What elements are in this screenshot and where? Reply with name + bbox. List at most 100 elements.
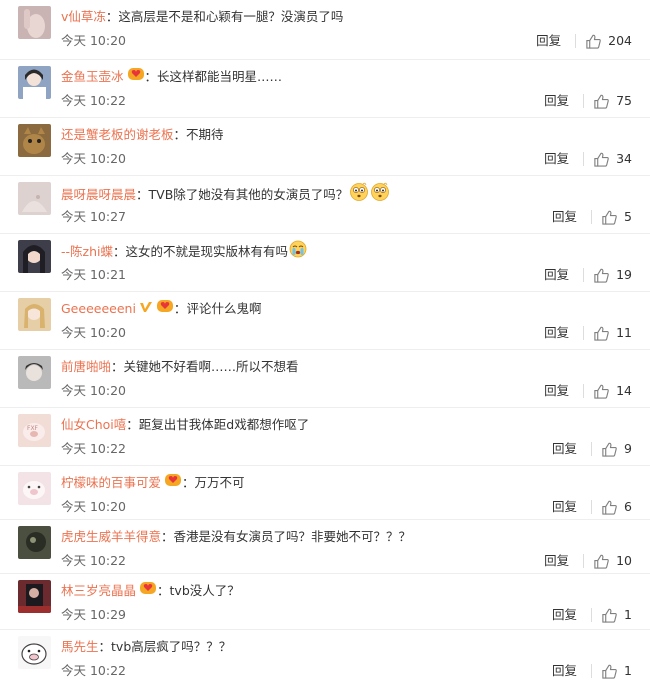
comment-time: 今天 10:20 <box>61 151 126 166</box>
colon: ： <box>182 475 195 490</box>
vip-icon <box>164 472 182 495</box>
colon: ： <box>105 9 119 24</box>
like-button[interactable]: 75 <box>593 92 632 110</box>
like-count: 1 <box>624 607 632 622</box>
like-button[interactable]: 19 <box>593 266 632 284</box>
avatar[interactable] <box>18 6 51 39</box>
colon: ： <box>136 187 149 202</box>
comment-time: 今天 10:22 <box>61 663 126 678</box>
like-button[interactable]: 9 <box>601 440 632 458</box>
colon: ： <box>161 529 174 544</box>
reply-button[interactable]: 回复 <box>544 92 569 110</box>
reply-button[interactable]: 回复 <box>544 150 569 168</box>
thumbs-up-icon <box>593 151 616 168</box>
reply-button[interactable]: 回复 <box>544 552 569 570</box>
comment-item: Geeeeeeeni ：评论什么鬼啊 今天 10:20 回复 11 <box>0 292 650 350</box>
thumbs-up-icon <box>585 33 608 50</box>
like-button[interactable]: 1 <box>601 662 632 680</box>
reply-button[interactable]: 回复 <box>536 32 561 50</box>
username-link[interactable]: 馬先生 <box>61 639 99 654</box>
like-count: 204 <box>608 33 632 48</box>
like-button[interactable]: 34 <box>593 150 632 168</box>
svg-text:FXF: FXF <box>27 425 39 432</box>
action-divider <box>575 34 577 48</box>
avatar[interactable] <box>18 580 51 613</box>
comment-text: TVB除了她没有其他的女演员了吗？ <box>148 187 349 202</box>
avatar[interactable] <box>18 66 51 99</box>
comment-time: 今天 10:20 <box>61 499 126 514</box>
like-button[interactable]: 14 <box>593 382 632 400</box>
username-link[interactable]: 还是蟹老板的谢老板 <box>61 127 174 142</box>
vip-icon <box>127 66 145 89</box>
comment-line: 晨呀晨呀晨晨：TVB除了她没有其他的女演员了吗？ <box>61 182 390 209</box>
comment-time: 今天 10:29 <box>61 607 126 622</box>
comment-actions: 回复 9 <box>552 440 632 458</box>
comment-text: tvb高层疯了吗？？？ <box>111 639 232 654</box>
confused-face-icon <box>349 182 369 209</box>
reply-button[interactable]: 回复 <box>544 382 569 400</box>
comment-line: 虎虎生威羊羊得意：香港是没有女演员了吗？非要她不可？？？ <box>61 526 411 548</box>
avatar[interactable] <box>18 298 51 331</box>
avatar[interactable] <box>18 356 51 389</box>
reply-button[interactable]: 回复 <box>552 208 577 226</box>
username-link[interactable]: 虎虎生威羊羊得意 <box>61 529 161 544</box>
avatar[interactable]: FXF <box>18 414 51 447</box>
thumbs-up-icon <box>601 209 624 226</box>
avatar[interactable] <box>18 526 51 559</box>
thumbs-up-icon <box>593 325 616 342</box>
action-divider <box>583 268 585 282</box>
username-link[interactable]: v仙草冻 <box>61 9 106 24</box>
like-count: 14 <box>616 383 632 398</box>
comment-item: 前唐啪啪：关键她不好看啊……所以不想看 今天 10:20 回复 14 <box>0 350 650 408</box>
reply-button[interactable]: 回复 <box>552 498 577 516</box>
username-link[interactable]: 晨呀晨呀晨晨 <box>61 187 136 202</box>
comment-item: 还是蟹老板的谢老板：不期待 今天 10:20 回复 34 <box>0 118 650 176</box>
confused-face-icon <box>370 182 390 209</box>
action-divider <box>583 152 585 166</box>
colon: ： <box>173 301 187 316</box>
thumbs-up-icon <box>601 663 624 680</box>
username-link[interactable]: 仙女Choi嘻 <box>61 417 126 432</box>
avatar[interactable] <box>18 636 51 669</box>
reply-button[interactable]: 回复 <box>544 266 569 284</box>
like-button[interactable]: 204 <box>585 32 632 50</box>
like-count: 1 <box>624 663 632 678</box>
username-link[interactable]: 前唐啪啪 <box>61 359 111 374</box>
thumbs-up-icon <box>601 607 624 624</box>
like-count: 75 <box>616 93 632 108</box>
comment-text: 长这样都能当明星…… <box>157 69 283 84</box>
reply-button[interactable]: 回复 <box>544 324 569 342</box>
username-link[interactable]: 金鱼玉壶冰 <box>61 69 124 84</box>
like-button[interactable]: 5 <box>601 208 632 226</box>
action-divider <box>591 664 593 678</box>
like-count: 5 <box>624 209 632 224</box>
thumbs-up-icon <box>601 441 624 458</box>
comment-time: 今天 10:22 <box>61 93 126 108</box>
username-link[interactable]: --陈zhi蝶 <box>61 244 113 259</box>
action-divider <box>583 554 585 568</box>
comment-actions: 回复 14 <box>544 382 632 400</box>
colon: ： <box>98 639 112 654</box>
avatar[interactable] <box>18 240 51 273</box>
like-button[interactable]: 6 <box>601 498 632 516</box>
like-button[interactable]: 10 <box>593 552 632 570</box>
action-divider <box>583 326 585 340</box>
comment-line: 馬先生：tvb高层疯了吗？？？ <box>61 636 231 658</box>
colon: ： <box>126 417 139 432</box>
like-button[interactable]: 1 <box>601 606 632 624</box>
comment-time: 今天 10:20 <box>61 383 126 398</box>
like-button[interactable]: 11 <box>593 324 632 342</box>
username-link[interactable]: 林三岁亮晶晶 <box>61 583 136 598</box>
reply-button[interactable]: 回复 <box>552 606 577 624</box>
reply-button[interactable]: 回复 <box>552 662 577 680</box>
username-link[interactable]: Geeeeeeeni <box>61 301 136 316</box>
avatar[interactable] <box>18 124 51 157</box>
avatar[interactable] <box>18 182 51 215</box>
verified-icon <box>139 299 153 321</box>
username-link[interactable]: 柠檬味的百事可爱 <box>61 475 161 490</box>
comment-actions: 回复 34 <box>544 150 632 168</box>
avatar[interactable] <box>18 472 51 505</box>
reply-button[interactable]: 回复 <box>552 440 577 458</box>
action-divider <box>583 94 585 108</box>
comment-item: v仙草冻：这高层是不是和心颖有一腿？没演员了吗 今天 10:20 回复 204 <box>0 0 650 60</box>
